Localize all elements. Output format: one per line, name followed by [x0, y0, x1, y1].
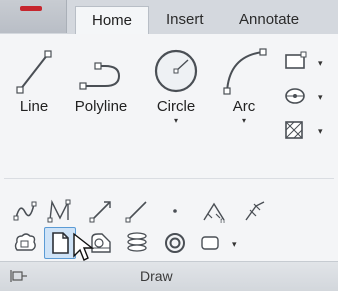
- construction-line-button[interactable]: [124, 198, 150, 224]
- point-icon: [173, 209, 177, 213]
- ellipse-button[interactable]: ▾: [282, 84, 328, 108]
- polyline-icon: [79, 62, 121, 90]
- arc-icon: [223, 48, 267, 95]
- line-label: Line: [19, 98, 49, 115]
- spline-cv-icon: [47, 199, 71, 223]
- svg-text:▾: ▾: [318, 93, 323, 103]
- panel-title-bar[interactable]: Draw: [0, 261, 338, 291]
- rectangle-icon: ▾: [285, 51, 323, 69]
- arc-button[interactable]: Arc ▾: [218, 46, 270, 125]
- polyline-button[interactable]: Polyline: [68, 46, 134, 115]
- circle-label: Circle: [156, 98, 196, 115]
- donut-button[interactable]: [162, 230, 188, 256]
- application-logo-icon: [20, 6, 42, 11]
- hatch-button[interactable]: ▾: [282, 118, 328, 142]
- polyline-label: Polyline: [74, 98, 128, 115]
- arc-dropdown-icon[interactable]: ▾: [218, 116, 270, 125]
- region-icon: [52, 232, 69, 254]
- tab-insert[interactable]: Insert: [160, 7, 210, 33]
- svg-text:▾: ▾: [318, 127, 323, 137]
- ribbon: Home Insert Annotate Line Polyline Circl…: [0, 0, 338, 291]
- circle-icon: [154, 49, 198, 93]
- rectangle-button[interactable]: ▾: [282, 50, 328, 74]
- revision-cloud-icon: [14, 233, 36, 251]
- table-button[interactable]: [124, 230, 150, 256]
- mouse-cursor-icon: [73, 232, 95, 261]
- svg-text:▾: ▾: [232, 240, 237, 250]
- panel-divider: [4, 178, 334, 179]
- draw-panel: Line Polyline Circle ▾ Arc ▾ ▾ ▾ ▾ n ▾: [0, 34, 338, 261]
- application-menu-button[interactable]: [0, 0, 67, 33]
- spline-fit-button[interactable]: [12, 198, 38, 224]
- tab-home[interactable]: Home: [75, 6, 149, 35]
- donut-icon: [165, 233, 185, 253]
- ellipse-icon: ▾: [285, 88, 323, 104]
- divide-icon: n: [203, 202, 225, 225]
- divide-button[interactable]: n: [200, 198, 230, 225]
- line-icon: [16, 50, 52, 94]
- revision-cloud-button[interactable]: [12, 230, 38, 256]
- table-icon: [127, 232, 147, 252]
- circle-dropdown-icon[interactable]: ▾: [148, 116, 204, 125]
- circle-button[interactable]: Circle ▾: [148, 46, 204, 125]
- construction-line-icon: [125, 201, 147, 223]
- ray-icon: [89, 201, 111, 223]
- spline-fit-icon: [13, 201, 37, 221]
- point-button[interactable]: [162, 198, 188, 224]
- wipeout-icon: ▾: [201, 236, 237, 250]
- measure-icon: [245, 201, 265, 221]
- line-button[interactable]: Line: [14, 46, 54, 115]
- pin-icon[interactable]: [10, 268, 28, 289]
- wipeout-button[interactable]: ▾: [198, 230, 246, 256]
- ray-button[interactable]: [88, 198, 114, 224]
- measure-button[interactable]: [242, 198, 268, 224]
- hatch-icon: ▾: [285, 121, 323, 139]
- tab-annotate[interactable]: Annotate: [233, 7, 305, 33]
- spline-cv-button[interactable]: [46, 198, 72, 224]
- ribbon-tab-strip: Home Insert Annotate: [0, 0, 338, 35]
- panel-title: Draw: [140, 268, 173, 284]
- arc-label: Arc: [232, 98, 256, 115]
- svg-text:▾: ▾: [318, 59, 323, 69]
- svg-text:n: n: [220, 216, 225, 224]
